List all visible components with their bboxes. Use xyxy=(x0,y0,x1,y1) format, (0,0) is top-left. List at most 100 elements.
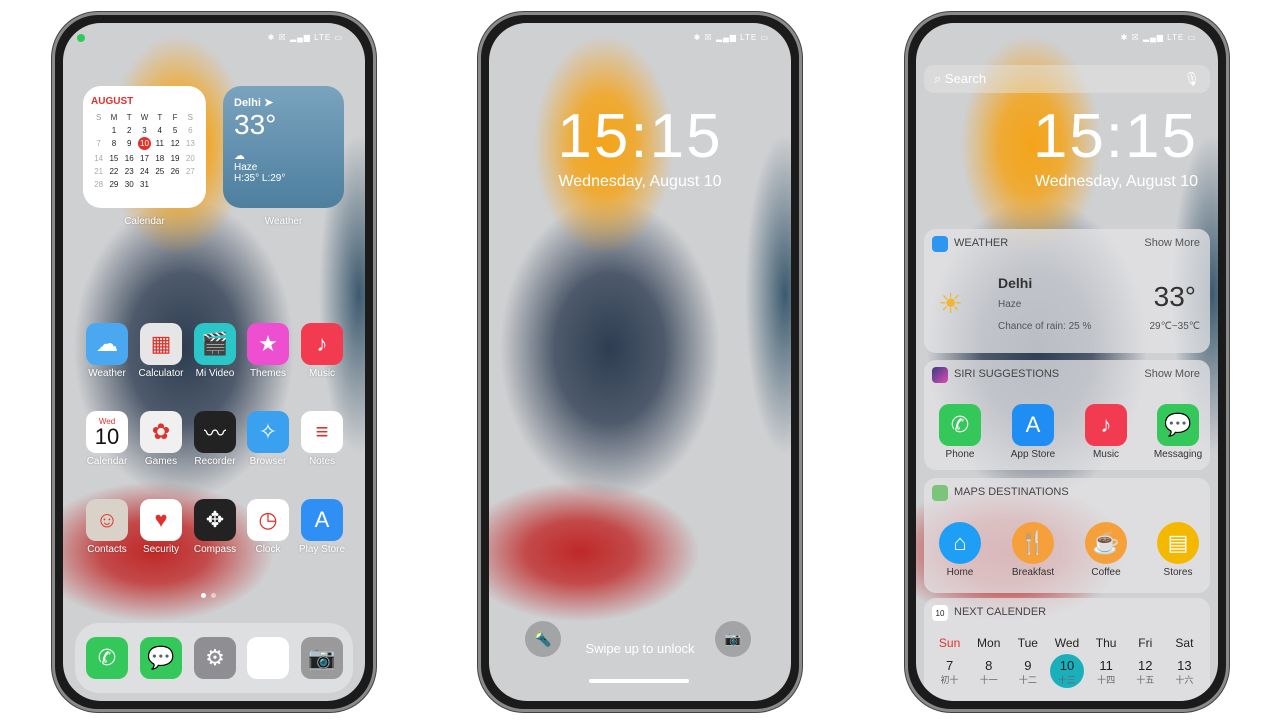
calendar-day[interactable]: 17 xyxy=(137,154,152,163)
calendar-day-today[interactable]: 10 xyxy=(137,137,151,150)
calendar-day[interactable]: 4 xyxy=(152,126,167,135)
maps-icon xyxy=(932,485,948,501)
weekday-label: W xyxy=(140,113,149,122)
calendar-day[interactable]: 27 xyxy=(183,167,198,176)
dock-camera[interactable]: 📷 xyxy=(297,637,347,679)
calendar-app-icon: 10 xyxy=(932,605,948,621)
day-sat[interactable]: Sat 13 十六 xyxy=(1165,636,1204,688)
weather-card-range: 29℃~35℃ xyxy=(1149,321,1200,332)
app-browser[interactable]: ✧ Browser xyxy=(243,411,293,467)
calendar-day[interactable]: 14 xyxy=(91,154,106,163)
weather-condition: Haze xyxy=(234,162,258,173)
weekday-label: T xyxy=(126,113,132,122)
dock-settings[interactable]: ⚙ xyxy=(190,637,240,679)
calendar-day[interactable] xyxy=(183,180,198,189)
app-play-store[interactable]: A Play Store xyxy=(297,499,347,555)
calendar-day[interactable]: 23 xyxy=(122,167,137,176)
calendar-day[interactable] xyxy=(91,126,106,135)
calendar-day[interactable]: 6 xyxy=(183,126,198,135)
calendar-widget[interactable]: AUGUST S M T W T F S 1 2 3 4 5 6 7 8 9 10 11 12 13 14 15 16 17 1… xyxy=(83,86,206,208)
weather-hilo: H:35° L:29° xyxy=(234,173,286,184)
calendar-day[interactable]: 16 xyxy=(122,154,137,163)
calendar-day[interactable]: 29 xyxy=(106,180,121,189)
day-fri[interactable]: Fri 12 十五 xyxy=(1126,636,1165,688)
day-tue[interactable]: Tue 9 十二 xyxy=(1008,636,1047,688)
dock-messages[interactable]: 💬 xyxy=(136,637,186,679)
app-themes[interactable]: ★ Themes xyxy=(243,323,293,379)
siri-icon xyxy=(932,367,948,383)
calendar-day[interactable]: 11 xyxy=(152,139,167,150)
suggestion-home[interactable]: ⌂ Home xyxy=(930,522,990,578)
app-security[interactable]: ♥ Security xyxy=(136,499,186,555)
app-compass[interactable]: ✥ Compass xyxy=(190,499,240,555)
calendar-day[interactable]: 2 xyxy=(122,126,137,135)
weather-widget-label: Weather xyxy=(264,216,303,227)
app-weather[interactable]: ☁ Weather xyxy=(82,323,132,379)
calendar-day[interactable]: 7 xyxy=(91,139,106,150)
calendar-day[interactable]: 12 xyxy=(167,139,182,150)
calendar-day[interactable]: 21 xyxy=(91,167,106,176)
calendar-day[interactable]: 20 xyxy=(183,154,198,163)
calendar-day[interactable]: 1 xyxy=(106,126,121,135)
app-contacts[interactable]: ☺ Contacts xyxy=(82,499,132,555)
weather-show-more[interactable]: Show More xyxy=(1144,237,1200,249)
suggestion-coffee[interactable]: ☕ Coffee xyxy=(1076,522,1136,578)
suggestion-app-store[interactable]: A App Store xyxy=(1003,404,1063,460)
security-icon: ♥ xyxy=(140,499,182,541)
status-bar: ✱ ☒ ▂▄▆ LTE ▭ xyxy=(267,33,343,42)
app-glyph: ≡ xyxy=(315,419,329,444)
app-music[interactable]: ♪ Music xyxy=(297,323,347,379)
calendar-day[interactable]: 30 xyxy=(122,180,137,189)
games-icon: ✿ xyxy=(140,411,182,453)
calendar-day[interactable]: 24 xyxy=(137,167,152,176)
suggestion-messaging[interactable]: 💬 Messaging xyxy=(1148,404,1208,460)
microphone-icon[interactable]: 🎙 xyxy=(1183,65,1200,93)
suggestion-music[interactable]: ♪ Music xyxy=(1076,404,1136,460)
search-placeholder: Search xyxy=(944,71,987,86)
calendar-day[interactable]: 5 xyxy=(167,126,182,135)
lunar-date: 十一 xyxy=(979,675,998,685)
dock-phone[interactable]: ✆ xyxy=(82,637,132,679)
calendar-day[interactable]: 25 xyxy=(152,167,167,176)
app-recorder[interactable]: 〰 Recorder xyxy=(190,411,240,467)
unlock-hint: Swipe up to unlock xyxy=(585,641,695,656)
dock-photos[interactable]: ✿ xyxy=(243,637,293,679)
calendar-day[interactable]: 15 xyxy=(106,154,121,163)
calendar-day[interactable]: 22 xyxy=(106,167,121,176)
home-indicator[interactable] xyxy=(589,679,689,683)
suggestion-phone[interactable]: ✆ Phone xyxy=(930,404,990,460)
app-notes[interactable]: ≡ Notes xyxy=(297,411,347,467)
calendar-day[interactable]: 9 xyxy=(122,139,137,150)
calendar-day[interactable]: 26 xyxy=(167,167,182,176)
app-calendar[interactable]: Wed 10 Calendar xyxy=(82,411,132,467)
calendar-day[interactable]: 18 xyxy=(152,154,167,163)
calendar-day[interactable]: 31 xyxy=(137,180,152,189)
siri-show-more[interactable]: Show More xyxy=(1144,368,1200,380)
calendar-day[interactable]: 19 xyxy=(167,154,182,163)
weather-widget[interactable]: Delhi ➤ 33° ☁ Haze H:35° L:29° xyxy=(223,86,344,208)
calendar-day[interactable]: 3 xyxy=(137,126,152,135)
app-calculator[interactable]: ▦ Calculator xyxy=(136,323,186,379)
app-label: Mi Video xyxy=(195,368,235,379)
calendar-day[interactable] xyxy=(167,180,182,189)
day-mon[interactable]: Mon 8 十一 xyxy=(969,636,1008,688)
day-wed[interactable]: Wed 10 十三 xyxy=(1047,636,1086,688)
page-dot-active[interactable] xyxy=(201,593,206,598)
calendar-day[interactable]: 13 xyxy=(183,139,198,150)
calendar-day[interactable]: 8 xyxy=(106,139,121,150)
app-games[interactable]: ✿ Games xyxy=(136,411,186,467)
page-dot[interactable] xyxy=(211,593,216,598)
siri-card-title: SIRI SUGGESTIONS xyxy=(954,368,1060,380)
day-sun[interactable]: Sun 7 初十 xyxy=(930,636,969,688)
search-bar[interactable]: ⌕ Search 🎙 xyxy=(924,65,1210,93)
suggestion-stores[interactable]: ▤ Stores xyxy=(1148,522,1208,578)
calendar-day[interactable] xyxy=(152,180,167,189)
app-clock[interactable]: ◷ Clock xyxy=(243,499,293,555)
weather-card[interactable]: WEATHER Show More ☀ Delhi Haze Chance of… xyxy=(924,229,1210,353)
calendar-day[interactable]: 28 xyxy=(91,180,106,189)
status-bar: ✱ ☒ ▂▄▆ LTE ▭ xyxy=(693,33,769,42)
app-mi-video[interactable]: 🎬 Mi Video xyxy=(190,323,240,379)
day-thu[interactable]: Thu 11 十四 xyxy=(1087,636,1126,688)
app-glyph: 〰 xyxy=(203,421,226,446)
suggestion-breakfast[interactable]: 🍴 Breakfast xyxy=(1003,522,1063,578)
